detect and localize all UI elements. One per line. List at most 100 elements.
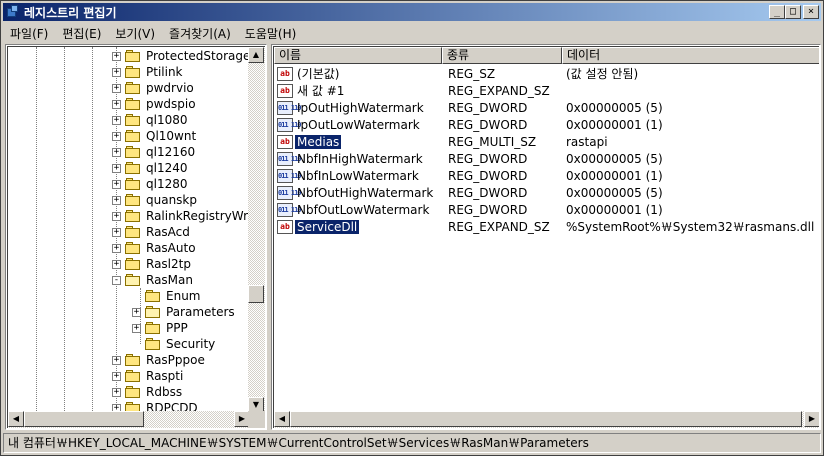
value-data: 0x00000005 (5) (566, 185, 663, 200)
scroll-left-arrow-icon[interactable]: ◀ (274, 411, 290, 427)
expand-plus-icon[interactable]: + (132, 323, 141, 333)
expand-plus-icon[interactable]: + (112, 83, 121, 93)
tree-item-label: pwdrvio (146, 81, 194, 95)
tree-item-enum[interactable]: Enum (132, 288, 201, 304)
expand-plus-icon[interactable]: + (112, 387, 121, 397)
value-type: REG_EXPAND_SZ (448, 219, 550, 234)
tree-item-label: Rasl2tp (146, 257, 191, 271)
value-row[interactable]: 011 110 IpOutHighWatermark REG_DWORD 0x0000… (274, 99, 819, 116)
menu-edit[interactable]: 편집(E) (55, 25, 108, 42)
tree-item-raspti[interactable]: + Raspti (112, 368, 184, 384)
column-header-name[interactable]: 이름 (274, 47, 442, 64)
value-row[interactable]: 011 110 NbfOutLowWatermark REG_DWORD 0x0000… (274, 201, 819, 218)
tree-item-ql1240[interactable]: + ql1240 (112, 160, 189, 176)
folder-icon (125, 258, 141, 270)
value-data: 0x00000001 (1) (566, 117, 663, 132)
tree-item-security[interactable]: Security (132, 336, 216, 352)
folder-icon (125, 370, 141, 382)
value-row[interactable]: 011 110 IpOutLowWatermark REG_DWORD 0x00000… (274, 116, 819, 133)
expand-plus-icon[interactable]: + (112, 131, 121, 141)
menu-file[interactable]: 파일(F) (3, 25, 55, 42)
expand-plus-icon[interactable]: + (112, 371, 121, 381)
expand-plus-icon[interactable]: + (112, 115, 121, 125)
expand-plus-icon[interactable]: + (132, 307, 141, 317)
close-button[interactable]: × (803, 5, 819, 19)
tree-item-rasauto[interactable]: + RasAuto (112, 240, 197, 256)
expand-plus-icon[interactable]: + (112, 243, 121, 253)
status-bar: 내 컴퓨터￦HKEY_LOCAL_MACHINE￦SYSTEM￦CurrentC… (3, 433, 821, 453)
title-bar[interactable]: 레지스트리 편집기 _ □ × (3, 3, 821, 21)
column-header-type[interactable]: 종류 (442, 47, 562, 64)
scroll-right-arrow-icon[interactable]: ▶ (804, 411, 819, 427)
tree-item-pwdrvio[interactable]: + pwdrvio (112, 80, 195, 96)
tree-item-ql1280[interactable]: + ql1280 (112, 176, 189, 192)
value-row[interactable]: ab 새 값 #1 REG_EXPAND_SZ (274, 82, 819, 99)
value-row[interactable]: 011 110 NbfOutHighWatermark REG_DWORD 0x000… (274, 184, 819, 201)
maximize-button[interactable]: □ (785, 5, 801, 19)
scroll-up-arrow-icon[interactable]: ▲ (248, 47, 264, 63)
column-header-data[interactable]: 데이터 (562, 47, 819, 64)
value-row[interactable]: ab Medias REG_MULTI_SZ rastapi (274, 133, 819, 150)
list-hscroll-thumb[interactable] (290, 411, 802, 427)
tree-item-ql10wnt[interactable]: + Ql10wnt (112, 128, 197, 144)
tree-item-rasl2tp[interactable]: + Rasl2tp (112, 256, 192, 272)
tree-item-quanskp[interactable]: + quanskp (112, 192, 198, 208)
value-type: REG_MULTI_SZ (448, 134, 537, 149)
menu-view[interactable]: 보기(V) (108, 25, 162, 42)
tree-item-ql1080[interactable]: + ql1080 (112, 112, 189, 128)
tree-item-rasman[interactable]: - RasMan (112, 272, 194, 288)
tree-item-ql12160[interactable]: + ql12160 (112, 144, 196, 160)
value-type: REG_DWORD (448, 151, 528, 166)
collapse-minus-icon[interactable]: - (112, 275, 121, 285)
expand-plus-icon[interactable]: + (112, 179, 121, 189)
tree-item-ralinkregistrywrit[interactable]: + RalinkRegistryWrit (112, 208, 250, 224)
tree-item-rasacd[interactable]: + RasAcd (112, 224, 191, 240)
tree-hscroll-thumb[interactable] (24, 411, 144, 427)
binary-value-icon: 011 110 (277, 202, 302, 217)
menu-favorites[interactable]: 즐겨찾기(A) (162, 25, 238, 42)
tree-item-rdbss[interactable]: + Rdbss (112, 384, 183, 400)
value-data: 0x00000001 (1) (566, 168, 663, 183)
folder-icon (145, 338, 161, 350)
value-row[interactable]: 011 110 NbfInLowWatermark REG_DWORD 0x00000… (274, 167, 819, 184)
tree-item-protectedstorage[interactable]: + ProtectedStorage (112, 48, 250, 64)
tree-scroll-thumb[interactable] (248, 285, 264, 303)
expand-plus-icon[interactable]: + (112, 211, 121, 221)
tree-horizontal-scrollbar[interactable]: ◀ ▶ (8, 411, 250, 428)
tree-item-ptilink[interactable]: + Ptilink (112, 64, 184, 80)
value-name: ServiceDll (293, 218, 361, 235)
value-row[interactable]: ab ServiceDll REG_EXPAND_SZ %SystemRoot%￦Sy… (274, 218, 819, 235)
expand-plus-icon[interactable]: + (112, 163, 121, 173)
value-name: IpOutHighWatermark (297, 100, 424, 115)
list-horizontal-scrollbar[interactable]: ◀ ▶ (274, 411, 819, 428)
menu-help[interactable]: 도움말(H) (238, 25, 304, 42)
tree-item-raspppoe[interactable]: + RasPppoe (112, 352, 206, 368)
tree-item-label: ql1080 (146, 113, 188, 127)
key-tree-pane: + ProtectedStorage + Ptilink + pwdrvio + pwdspi… (5, 44, 267, 430)
expand-plus-icon[interactable]: + (112, 147, 121, 157)
tree-item-label: RasMan (146, 273, 193, 287)
tree-vertical-scrollbar[interactable]: ▲ ▼ (248, 47, 265, 413)
expand-plus-icon[interactable]: + (112, 195, 121, 205)
tree-item-pwdspio[interactable]: + pwdspio (112, 96, 197, 112)
value-name-cell: 011 110 IpOutLowWatermark (274, 117, 442, 132)
scroll-left-arrow-icon[interactable]: ◀ (8, 411, 24, 427)
status-path: 내 컴퓨터￦HKEY_LOCAL_MACHINE￦SYSTEM￦CurrentC… (8, 436, 589, 450)
value-row[interactable]: ab (기본값) REG_SZ (값 설정 안됨) (274, 65, 819, 82)
tree-item-label: Ql10wnt (146, 129, 197, 143)
value-data: 0x00000005 (5) (566, 100, 663, 115)
menu-bar: 파일(F) 편집(E) 보기(V) 즐겨찾기(A) 도움말(H) (3, 23, 821, 43)
tree-item-ppp[interactable]: + PPP (132, 320, 189, 336)
value-type: REG_EXPAND_SZ (448, 83, 550, 98)
expand-plus-icon[interactable]: + (112, 51, 121, 61)
tree-item-parameters[interactable]: + Parameters (132, 304, 236, 320)
open-folder-icon (145, 306, 161, 318)
expand-plus-icon[interactable]: + (112, 355, 121, 365)
expand-plus-icon[interactable]: + (112, 99, 121, 109)
expand-plus-icon[interactable]: + (112, 67, 121, 77)
value-data: 0x00000001 (1) (566, 202, 663, 217)
value-row[interactable]: 011 110 NbfInHighWatermark REG_DWORD 0x0000… (274, 150, 819, 167)
expand-plus-icon[interactable]: + (112, 227, 121, 237)
minimize-button[interactable]: _ (769, 5, 785, 19)
expand-plus-icon[interactable]: + (112, 259, 121, 269)
